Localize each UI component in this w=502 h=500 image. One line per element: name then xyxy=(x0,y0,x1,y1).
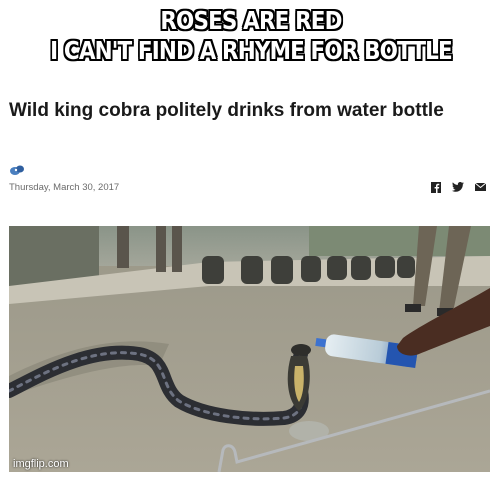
facebook-icon[interactable] xyxy=(430,181,442,193)
meme-caption: ROSES ARE RED I CAN'T FIND A RHYME FOR B… xyxy=(35,6,467,66)
email-icon[interactable] xyxy=(474,181,486,193)
article-headline[interactable]: Wild king cobra politely drinks from wat… xyxy=(9,99,449,122)
imgflip-watermark: imgflip.com xyxy=(13,458,69,470)
cobra-drinking-bottle-image xyxy=(9,226,490,472)
article-date: Thursday, March 30, 2017 xyxy=(9,182,120,193)
twitter-icon[interactable] xyxy=(452,181,464,193)
article-photo[interactable]: imgflip.com xyxy=(9,226,490,472)
news-logo-icon xyxy=(10,165,24,175)
meme-top-text: ROSES ARE RED xyxy=(160,6,342,35)
meme-bottom-text: I CAN'T FIND A RHYME FOR BOTTLE xyxy=(50,36,453,65)
share-bar xyxy=(430,181,486,193)
